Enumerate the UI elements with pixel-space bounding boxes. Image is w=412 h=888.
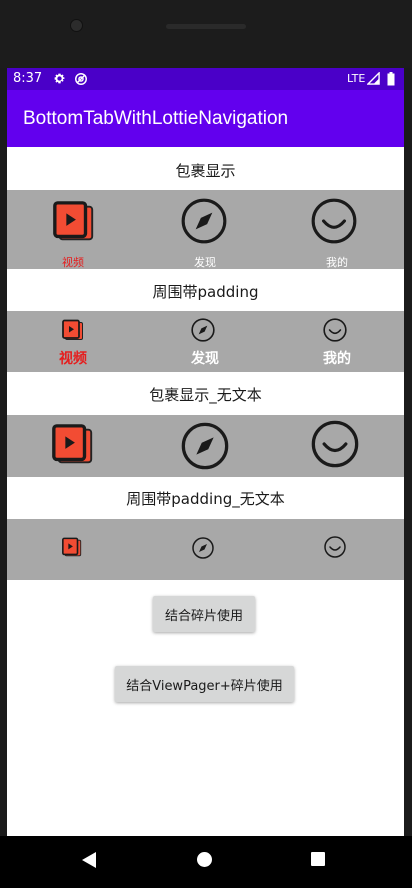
- section-title-wrap-no-text: 包裹显示_无文本: [149, 386, 262, 404]
- bottom-tab-bar-padding-no-text: [7, 519, 404, 580]
- app-screen: 8:37 LTE BottomTabWithLottieNavigation 包…: [7, 68, 404, 836]
- app-title: BottomTabWithLottieNavigation: [23, 108, 289, 129]
- compass-icon: [191, 536, 215, 560]
- recents-icon[interactable]: [311, 852, 325, 866]
- signal-icon: [367, 72, 380, 85]
- compass-icon: [190, 317, 216, 343]
- bottom-tab-bar-wrap-no-text: [7, 415, 404, 477]
- device-bezel: [0, 0, 412, 68]
- section-title-wrap: 包裹显示: [175, 162, 236, 180]
- tab-label-mine: 我的: [323, 351, 351, 367]
- speaker-grille: [166, 24, 246, 29]
- tab-mine[interactable]: [271, 415, 403, 477]
- tab-discover[interactable]: [139, 415, 271, 477]
- smile-icon: [323, 535, 347, 559]
- tab-video[interactable]: [7, 415, 139, 477]
- bottom-tab-bar-wrap: 视频 发现 我的: [7, 190, 404, 269]
- status-time: 8:37: [13, 71, 43, 86]
- back-icon[interactable]: [81, 851, 97, 869]
- app-bar: BottomTabWithLottieNavigation: [7, 90, 404, 147]
- smile-icon: [309, 418, 361, 470]
- tab-mine[interactable]: 我的: [271, 311, 403, 372]
- tab-video[interactable]: 视频: [7, 311, 139, 372]
- bottom-tab-bar-padding: 视频 发现 我的: [7, 311, 404, 372]
- smile-icon: [322, 317, 348, 343]
- video-icon: [61, 537, 83, 559]
- compass-icon: [179, 420, 231, 472]
- tab-mine[interactable]: [271, 519, 403, 580]
- status-bar: 8:37 LTE: [7, 68, 404, 90]
- tab-label-video: 视频: [62, 256, 84, 269]
- video-icon: [51, 200, 97, 246]
- tab-label-discover: 发现: [191, 351, 219, 367]
- use-with-viewpager-button[interactable]: 结合ViewPager+碎片使用: [115, 666, 294, 702]
- tab-mine[interactable]: 我的: [271, 190, 403, 269]
- section-title-padding: 周围带padding: [152, 283, 259, 301]
- camera-icon: [70, 19, 83, 32]
- tab-video[interactable]: [7, 519, 139, 580]
- section-title-padding-no-text: 周围带padding_无文本: [126, 490, 285, 508]
- video-icon: [50, 423, 96, 469]
- network-type: LTE: [347, 72, 366, 85]
- system-nav-bar: [0, 836, 412, 888]
- cast-icon: [75, 73, 87, 85]
- tab-label-discover: 发现: [194, 256, 216, 269]
- tab-label-video: 视频: [59, 351, 87, 367]
- tab-video[interactable]: 视频: [7, 190, 139, 269]
- tab-discover[interactable]: 发现: [139, 311, 271, 372]
- video-icon: [61, 319, 85, 343]
- tab-discover[interactable]: [139, 519, 271, 580]
- battery-icon: [387, 72, 395, 86]
- use-with-fragment-button[interactable]: 结合碎片使用: [153, 596, 255, 632]
- smile-icon: [309, 196, 359, 246]
- home-icon[interactable]: [197, 852, 212, 867]
- tab-discover[interactable]: 发现: [139, 190, 271, 269]
- compass-icon: [179, 196, 229, 246]
- tab-label-mine: 我的: [326, 256, 348, 269]
- gear-icon: [54, 73, 65, 84]
